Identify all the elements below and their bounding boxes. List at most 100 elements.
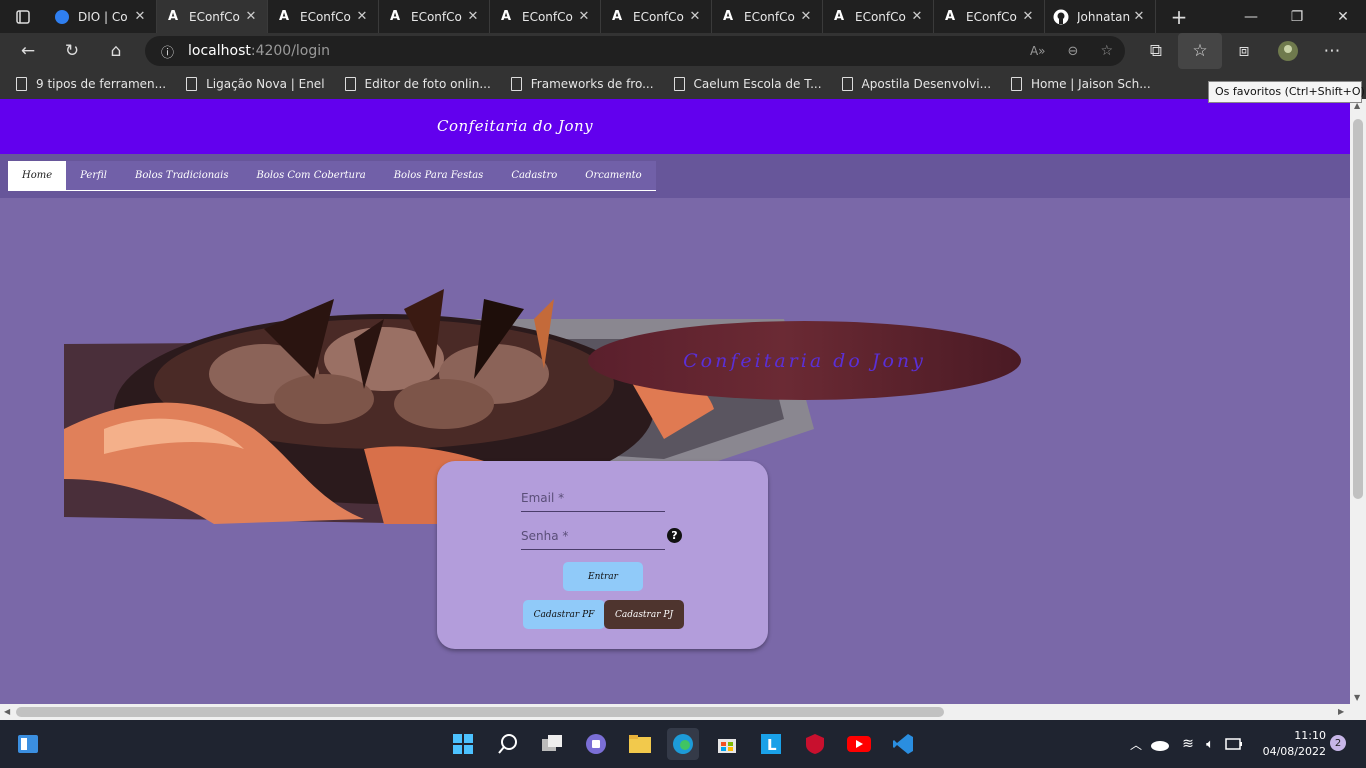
browser-tab[interactable]: A EConfCo ✕ [379, 0, 490, 33]
show-hidden-icons[interactable]: ︿ [1124, 728, 1148, 760]
close-tab-icon[interactable]: ✕ [243, 9, 259, 24]
widgets-icon[interactable] [12, 728, 44, 760]
tab-title: EConfCo [633, 9, 684, 24]
read-aloud-icon[interactable]: A» [1030, 44, 1046, 58]
web-page: Confeitaria do Jony Home Perfil Bolos Tr… [0, 99, 1350, 704]
bookmark-item[interactable]: Apostila Desenvolvi... [841, 77, 991, 91]
browser-tab[interactable]: A EConfCo ✕ [268, 0, 379, 33]
vertical-scrollbar[interactable]: ▲ ▼ [1350, 99, 1366, 704]
onedrive-icon[interactable] [1148, 728, 1172, 760]
close-tab-icon[interactable]: ✕ [465, 9, 481, 24]
close-tab-icon[interactable]: ✕ [1020, 9, 1036, 24]
email-field[interactable]: Email * [521, 482, 665, 512]
add-favorite-icon[interactable]: ☆ [1100, 43, 1113, 59]
register-pj-button[interactable]: Cadastrar PJ [604, 600, 684, 629]
search-icon[interactable] [492, 728, 524, 760]
vertical-scroll-thumb[interactable] [1353, 119, 1363, 499]
clock[interactable]: 11:10 04/08/2022 [1256, 728, 1326, 760]
close-tab-icon[interactable]: ✕ [354, 9, 370, 24]
scroll-down-icon[interactable]: ▼ [1354, 693, 1360, 702]
bookmark-item[interactable]: 9 tipos de ferramen... [16, 77, 166, 91]
close-tab-icon[interactable]: ✕ [687, 9, 703, 24]
browser-tab[interactable]: A EConfCo ✕ [712, 0, 823, 33]
browser-tab[interactable]: A EConfCo ✕ [490, 0, 601, 33]
close-tab-icon[interactable]: ✕ [798, 9, 814, 24]
horizontal-scroll-thumb[interactable] [16, 707, 944, 717]
battery-icon[interactable] [1222, 728, 1246, 760]
store-icon[interactable] [711, 728, 743, 760]
page-icon [510, 77, 522, 91]
volume-icon[interactable]: 🔈︎ [1198, 728, 1222, 760]
refresh-icon[interactable]: ↻ [50, 33, 94, 69]
collections-icon[interactable]: ⧈ [1222, 33, 1266, 69]
bookmark-item[interactable]: Home | Jaison Sch... [1011, 77, 1151, 91]
horizontal-scrollbar[interactable]: ◀ ▶ [0, 704, 1366, 720]
new-tab-icon[interactable]: + [1156, 0, 1202, 33]
extensions-icon[interactable]: ⧉ [1134, 33, 1178, 69]
zoom-icon[interactable]: ⊖ [1068, 44, 1079, 59]
scroll-left-icon[interactable]: ◀ [4, 707, 10, 716]
minimize-icon[interactable]: — [1228, 0, 1274, 33]
help-icon[interactable]: ? [667, 528, 682, 543]
close-tab-icon[interactable]: ✕ [576, 9, 592, 24]
nav-tab-perfil[interactable]: Perfil [66, 161, 122, 190]
browser-tab[interactable]: A EConfCo ✕ [934, 0, 1045, 33]
nav-tab-bolos-tradicionais[interactable]: Bolos Tradicionais [121, 161, 243, 190]
site-info-icon[interactable]: ⓘ [161, 42, 174, 61]
file-explorer-icon[interactable] [624, 728, 656, 760]
profile-avatar[interactable] [1266, 33, 1310, 69]
nav-tab-cadastro[interactable]: Cadastro [497, 161, 572, 190]
close-tab-icon[interactable]: ✕ [132, 9, 148, 24]
wifi-icon[interactable]: ≋ [1176, 728, 1200, 760]
edge-icon[interactable] [667, 728, 699, 760]
browser-tab[interactable]: Johnatan ✕ [1045, 0, 1156, 33]
password-field[interactable]: Senha * [521, 520, 665, 550]
bookmark-item[interactable]: Ligação Nova | Enel [186, 77, 325, 91]
youtube-icon[interactable] [843, 728, 875, 760]
mcafee-icon[interactable] [799, 728, 831, 760]
favorites-icon[interactable]: ☆ [1178, 33, 1222, 69]
browser-tab[interactable]: A EConfCo ✕ [823, 0, 934, 33]
home-icon[interactable]: ⌂ [94, 33, 138, 69]
restore-icon[interactable]: ❐ [1274, 0, 1320, 33]
windows-taskbar: L ︿ ≋ 🔈︎ 11:10 04/08/2022 2 [0, 720, 1366, 768]
login-button[interactable]: Entrar [563, 562, 643, 591]
tab-title: EConfCo [300, 9, 351, 24]
dio-icon [54, 9, 70, 25]
task-view-icon[interactable] [536, 728, 568, 760]
vscode-icon[interactable] [887, 728, 919, 760]
browser-tab-active[interactable]: A EConfCo ✕ [157, 0, 268, 33]
nav-tab-bolos-com-cobertura[interactable]: Bolos Com Cobertura [242, 161, 380, 190]
nav-tab-home[interactable]: Home [8, 161, 67, 190]
tab-title: EConfCo [522, 9, 573, 24]
bookmark-label: Home | Jaison Sch... [1031, 77, 1151, 91]
close-window-icon[interactable]: ✕ [1320, 0, 1366, 33]
browser-tab[interactable]: DIO | Co ✕ [46, 0, 157, 33]
bookmark-label: Ligação Nova | Enel [206, 77, 325, 91]
tab-actions-icon[interactable] [0, 0, 46, 33]
scroll-right-icon[interactable]: ▶ [1338, 707, 1344, 716]
browser-tab[interactable]: A EConfCo ✕ [601, 0, 712, 33]
l-app-icon[interactable]: L [755, 728, 787, 760]
close-tab-icon[interactable]: ✕ [1131, 9, 1147, 24]
tab-title: EConfCo [966, 9, 1017, 24]
teams-chat-icon[interactable] [580, 728, 612, 760]
more-menu-icon[interactable]: ⋯ [1310, 33, 1354, 69]
close-tab-icon[interactable]: ✕ [909, 9, 925, 24]
nav-tab-bolos-para-festas[interactable]: Bolos Para Festas [379, 161, 498, 190]
back-icon[interactable]: ← [6, 33, 50, 69]
email-label: Email * [521, 491, 565, 505]
nav-tab-orcamento[interactable]: Orcamento [571, 161, 656, 190]
bookmark-label: Frameworks de fro... [530, 77, 654, 91]
register-pf-button[interactable]: Cadastrar PF [523, 600, 605, 629]
tab-title: EConfCo [189, 9, 240, 24]
bookmark-item[interactable]: Caelum Escola de T... [673, 77, 822, 91]
notification-badge[interactable]: 2 [1330, 735, 1346, 751]
tab-title: EConfCo [744, 9, 795, 24]
bookmark-item[interactable]: Editor de foto onlin... [344, 77, 491, 91]
bookmark-item[interactable]: Frameworks de fro... [510, 77, 654, 91]
github-icon [1053, 9, 1069, 25]
address-bar[interactable]: ⓘ localhost:4200/login A» ⊖ ☆ [145, 36, 1125, 66]
brand-badge: Confeitaria do Jony [588, 321, 1021, 400]
start-icon[interactable] [447, 728, 479, 760]
